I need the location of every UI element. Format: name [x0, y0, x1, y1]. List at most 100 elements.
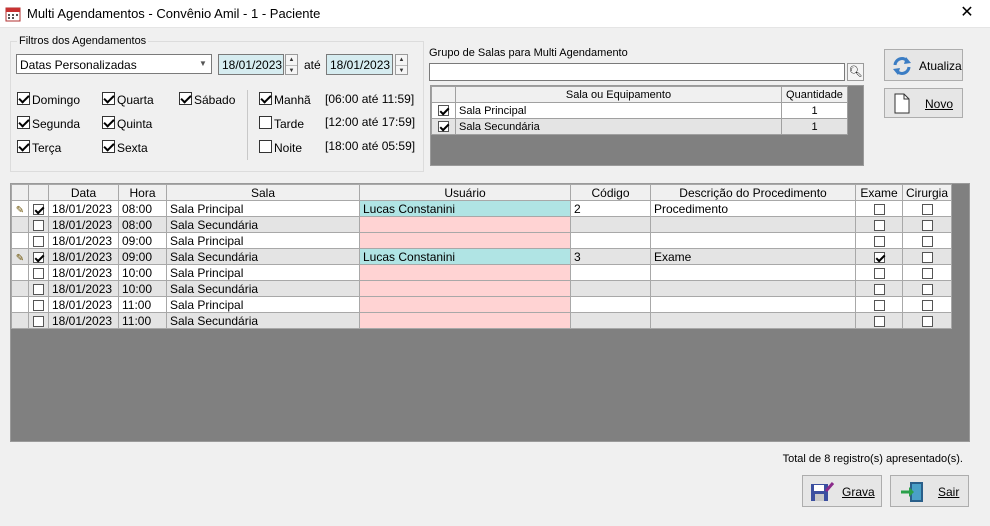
row-select-checkbox[interactable]: [28, 216, 49, 233]
checkbox-sabado[interactable]: [179, 92, 192, 105]
checkbox-sexta[interactable]: [102, 140, 115, 153]
table-row[interactable]: 18/01/2023 09:00 Sala Principal: [11, 232, 953, 249]
date-to-spinner[interactable]: ▲ ▼: [395, 54, 408, 75]
exit-button-label: Sair: [938, 485, 960, 499]
cell-room: Sala Secundária: [166, 280, 360, 297]
cell-code[interactable]: 3: [570, 248, 651, 265]
cell-user[interactable]: [359, 216, 571, 233]
cell-surgery-checkbox[interactable]: [901, 312, 953, 329]
checkbox-domingo[interactable]: [17, 92, 30, 105]
calendar-icon: [5, 7, 21, 22]
spin-up-icon: ▲: [398, 57, 405, 63]
cell-exam-checkbox[interactable]: [855, 280, 903, 297]
window-title: Multi Agendamentos - Convênio Amil - 1 -…: [27, 6, 321, 21]
cell-exam-checkbox[interactable]: [855, 296, 903, 313]
cell-surgery-checkbox[interactable]: [901, 248, 953, 265]
row-select-checkbox[interactable]: [28, 264, 49, 281]
save-button[interactable]: Grava: [802, 475, 882, 507]
cell-exam-checkbox[interactable]: [855, 232, 903, 249]
cell-exam-checkbox[interactable]: [855, 312, 903, 329]
checkbox-tarde[interactable]: [259, 116, 272, 129]
cell-user[interactable]: [359, 296, 571, 313]
cell-time: 08:00: [118, 200, 167, 217]
search-button[interactable]: 🔍︎: [847, 63, 864, 81]
pencil-icon: ✎: [15, 204, 25, 216]
room-row[interactable]: Sala Principal 1: [431, 102, 848, 119]
cell-code[interactable]: 2: [570, 200, 651, 217]
room-grid-header-room: Sala ou Equipamento: [455, 86, 782, 103]
cell-surgery-checkbox[interactable]: [901, 296, 953, 313]
refresh-button[interactable]: Atualiza: [884, 49, 963, 81]
row-select-checkbox[interactable]: [28, 312, 49, 329]
row-select-checkbox[interactable]: [28, 232, 49, 249]
row-select-checkbox[interactable]: [28, 200, 49, 217]
new-button[interactable]: Novo: [884, 88, 963, 118]
cell-surgery-checkbox[interactable]: [901, 200, 953, 217]
cell-desc: [650, 312, 856, 329]
cell-code[interactable]: [570, 280, 651, 297]
cell-code[interactable]: [570, 312, 651, 329]
chevron-down-icon: ▼: [199, 59, 207, 68]
close-button[interactable]: ✕: [944, 0, 990, 28]
checkbox-terca[interactable]: [17, 140, 30, 153]
table-row[interactable]: 18/01/2023 11:00 Sala Principal: [11, 296, 953, 313]
cell-surgery-checkbox[interactable]: [901, 216, 953, 233]
room-search-input[interactable]: [429, 63, 845, 81]
date-from-spinner[interactable]: ▲ ▼: [285, 54, 298, 75]
date-to-field[interactable]: 18/01/2023: [326, 54, 393, 75]
cell-code[interactable]: [570, 296, 651, 313]
cell-desc: [650, 232, 856, 249]
cell-code[interactable]: [570, 264, 651, 281]
cell-user[interactable]: Lucas Constanini: [359, 248, 571, 265]
date-from-field[interactable]: 18/01/2023: [218, 54, 284, 75]
table-row[interactable]: 18/01/2023 10:00 Sala Principal: [11, 264, 953, 281]
checkbox-quinta[interactable]: [102, 116, 115, 129]
cell-code[interactable]: [570, 232, 651, 249]
search-icon: 🔍︎: [848, 66, 863, 78]
cell-exam-checkbox[interactable]: [855, 200, 903, 217]
cell-exam-checkbox[interactable]: [855, 264, 903, 281]
room-row-checkbox[interactable]: [431, 118, 456, 135]
cell-room: Sala Principal: [166, 200, 360, 217]
cell-room: Sala Secundária: [166, 248, 360, 265]
exit-button[interactable]: Sair: [890, 475, 969, 507]
row-indicator: [11, 296, 29, 313]
title-bar: Multi Agendamentos - Convênio Amil - 1 -…: [0, 0, 990, 28]
row-select-checkbox[interactable]: [28, 296, 49, 313]
cell-user[interactable]: [359, 280, 571, 297]
period-select[interactable]: Datas Personalizadas ▼: [16, 54, 212, 74]
table-row[interactable]: 18/01/2023 11:00 Sala Secundária: [11, 312, 953, 329]
row-indicator: [11, 280, 29, 297]
grid-header-code: Código: [570, 184, 651, 201]
cell-user[interactable]: [359, 232, 571, 249]
table-row[interactable]: 18/01/2023 10:00 Sala Secundária: [11, 280, 953, 297]
checkbox-quarta[interactable]: [102, 92, 115, 105]
room-row[interactable]: Sala Secundária 1: [431, 118, 848, 135]
cell-surgery-checkbox[interactable]: [901, 264, 953, 281]
label-sexta: Sexta: [117, 141, 148, 155]
cell-user[interactable]: [359, 312, 571, 329]
table-row[interactable]: ✎ 18/01/2023 09:00 Sala Secundária Lucas Con…: [11, 248, 953, 265]
room-row-checkbox[interactable]: [431, 102, 456, 119]
cell-exam-checkbox[interactable]: [855, 248, 903, 265]
grid-header-user: Usuário: [359, 184, 571, 201]
table-row[interactable]: ✎ 18/01/2023 08:00 Sala Principal Lucas Cons…: [11, 200, 953, 217]
label-noite: Noite: [274, 141, 303, 155]
checkbox-noite[interactable]: [259, 140, 272, 153]
cell-exam-checkbox[interactable]: [855, 216, 903, 233]
checkbox-segunda[interactable]: [17, 116, 30, 129]
cell-user[interactable]: Lucas Constanini: [359, 200, 571, 217]
cell-surgery-checkbox[interactable]: [901, 280, 953, 297]
cell-surgery-checkbox[interactable]: [901, 232, 953, 249]
checkbox-manha[interactable]: [259, 92, 272, 105]
row-select-checkbox[interactable]: [28, 248, 49, 265]
row-select-checkbox[interactable]: [28, 280, 49, 297]
until-label: até: [304, 58, 321, 72]
room-row-qty: 1: [781, 102, 848, 119]
cell-code[interactable]: [570, 216, 651, 233]
cell-user[interactable]: [359, 264, 571, 281]
table-row[interactable]: 18/01/2023 08:00 Sala Secundária: [11, 216, 953, 233]
grid-header-exam: Exame: [855, 184, 903, 201]
cell-date: 18/01/2023: [48, 232, 119, 249]
cell-desc: Procedimento: [650, 200, 856, 217]
